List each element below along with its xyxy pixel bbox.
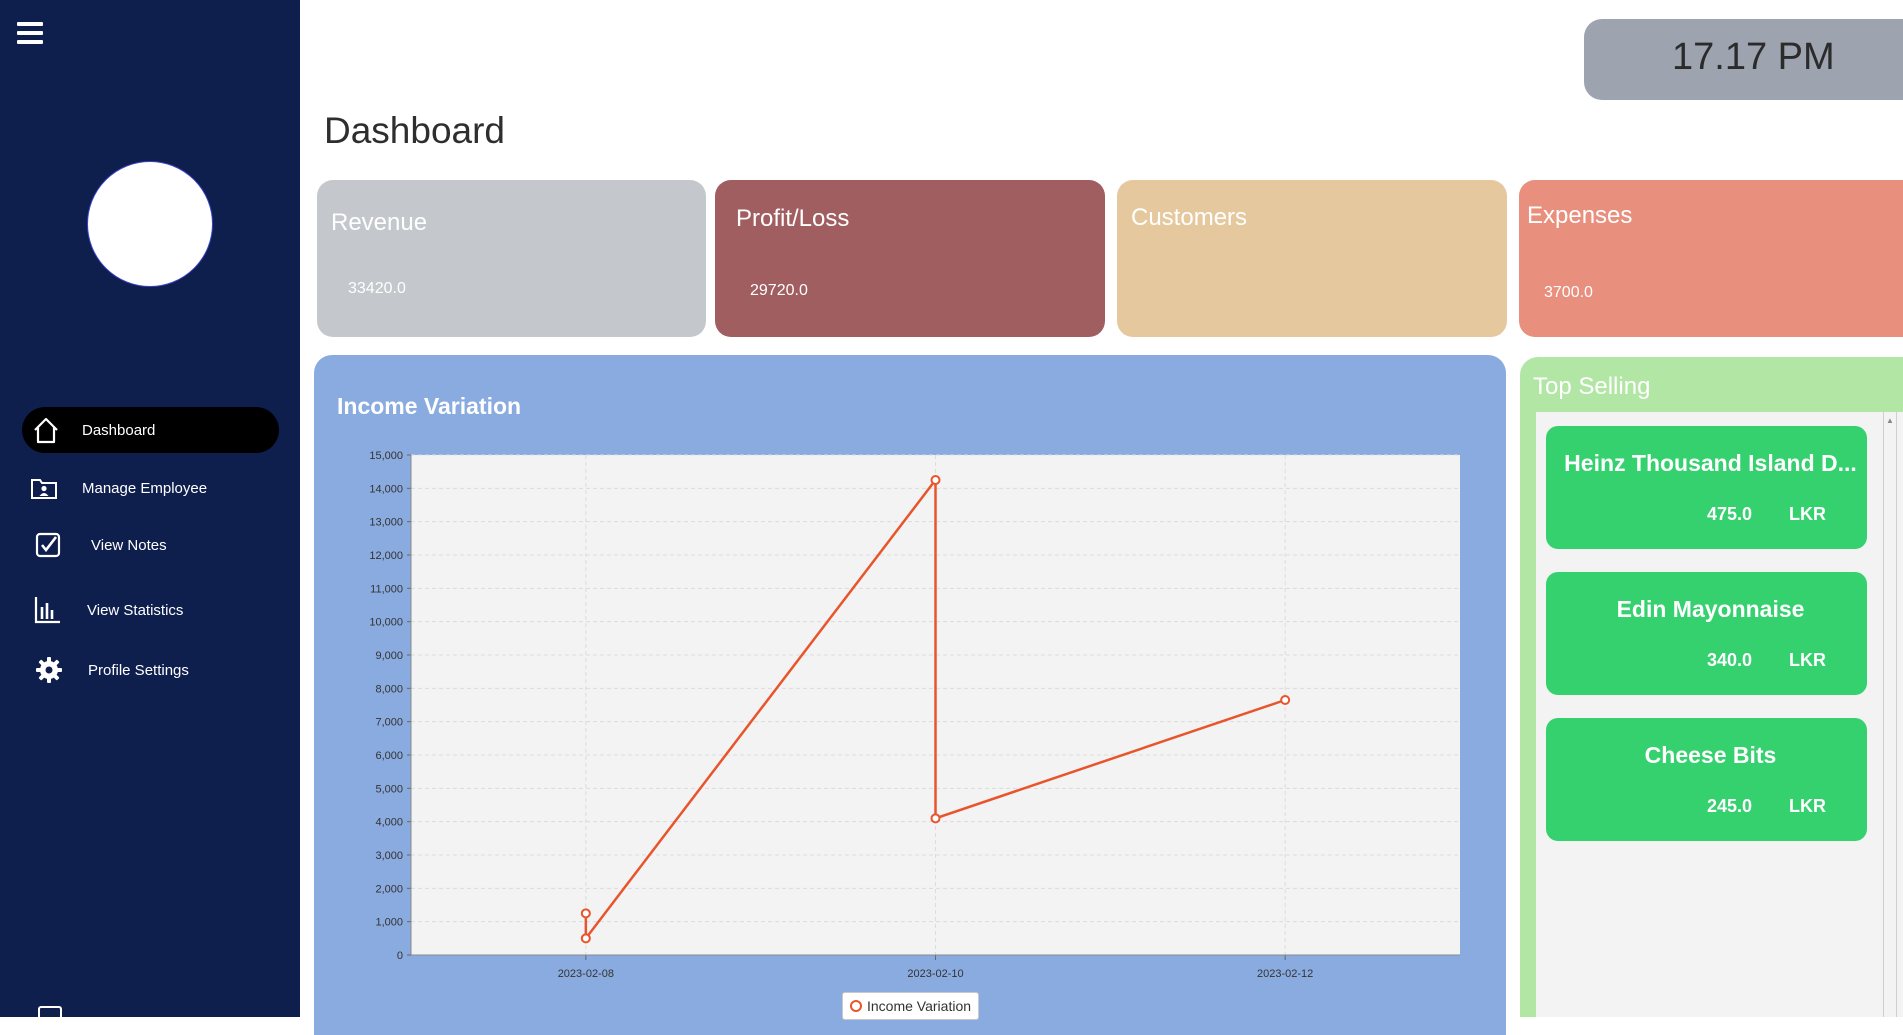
sidebar-item-profile-settings[interactable]: Profile Settings xyxy=(22,647,279,693)
top-selling-item[interactable]: Heinz Thousand Island D... 475.0 LKR xyxy=(1546,426,1867,549)
hamburger-menu-icon[interactable] xyxy=(17,22,43,46)
y-tick-label: 4,000 xyxy=(375,817,403,829)
y-tick-label: 14,000 xyxy=(369,483,403,495)
employee-folder-icon xyxy=(29,473,59,503)
top-selling-item[interactable]: Edin Mayonnaise 340.0 LKR xyxy=(1546,572,1867,695)
data-point xyxy=(580,908,591,919)
y-tick-label: 1,000 xyxy=(375,917,403,929)
y-tick-label: 13,000 xyxy=(369,517,403,529)
sidebar-item-manage-employee[interactable]: Manage Employee xyxy=(22,465,279,511)
product-name: Cheese Bits xyxy=(1644,742,1777,768)
product-name: Heinz Thousand Island D... xyxy=(1564,450,1857,476)
avatar[interactable] xyxy=(87,161,213,287)
sidebar-item-label: Profile Settings xyxy=(88,661,189,679)
data-point xyxy=(930,813,941,824)
revenue-card[interactable]: Revenue 33420.0 xyxy=(317,180,706,337)
sidebar-item-label: Dashboard xyxy=(82,421,156,439)
expenses-card[interactable]: Expenses 3700.0 xyxy=(1519,180,1903,337)
card-title: Expenses xyxy=(1527,202,1633,229)
profit-loss-card[interactable]: Profit/Loss 29720.0 xyxy=(715,180,1105,337)
chart-legend: Income Variation xyxy=(842,992,980,1020)
y-tick-label: 8,000 xyxy=(375,683,403,695)
top-selling-panel: Top Selling Heinz Thousand Island D... 4… xyxy=(1520,357,1903,1017)
y-tick-label: 10,000 xyxy=(369,617,403,629)
y-tick-label: 2,000 xyxy=(375,883,403,895)
product-currency: LKR xyxy=(1789,650,1826,670)
card-title: Customers xyxy=(1131,204,1248,231)
income-variation-panel: Income Variation 0 1,000 2,000 3,000 4,000 5,… xyxy=(314,355,1506,1035)
clock-display: 17.17 PM xyxy=(1584,19,1903,100)
top-selling-list[interactable]: Heinz Thousand Island D... 475.0 LKR Edi… xyxy=(1536,412,1903,1017)
clock-text: 17.17 PM xyxy=(1672,36,1835,78)
legend-marker-icon xyxy=(850,1000,862,1012)
y-tick-label: 6,000 xyxy=(375,750,403,762)
checkbox-icon xyxy=(33,530,63,560)
scroll-up-icon[interactable]: ▲ xyxy=(1886,416,1894,425)
y-tick-label: 15,000 xyxy=(369,450,403,462)
product-currency: LKR xyxy=(1789,504,1826,524)
product-price: 340.0 xyxy=(1707,650,1753,670)
sidebar-item-label: Manage Employee xyxy=(82,479,208,497)
sidebar: Dashboard Manage Employee View Notes Vie… xyxy=(0,0,300,1019)
bar-chart-icon xyxy=(32,595,62,625)
card-value: 33420.0 xyxy=(348,280,406,297)
card-value: 29720.0 xyxy=(750,282,808,299)
y-tick-label: 9,000 xyxy=(375,650,403,662)
card-title: Profit/Loss xyxy=(736,205,850,232)
x-tick-label: 2023-02-12 xyxy=(1257,968,1313,980)
data-point xyxy=(580,933,591,944)
sidebar-item-view-notes[interactable]: View Notes xyxy=(22,522,279,568)
y-tick-label: 12,000 xyxy=(369,550,403,562)
card-value: 3700.0 xyxy=(1544,284,1593,301)
logout-icon[interactable] xyxy=(38,1006,62,1019)
y-tick-label: 5,000 xyxy=(375,783,403,795)
product-price: 245.0 xyxy=(1707,796,1753,816)
legend-label: Income Variation xyxy=(867,998,972,1014)
customers-card[interactable]: Customers xyxy=(1117,180,1507,337)
top-selling-item[interactable]: Cheese Bits 245.0 LKR xyxy=(1546,718,1867,841)
x-tick-label: 2023-02-08 xyxy=(558,968,614,980)
y-tick-label: 0 xyxy=(397,950,403,962)
sidebar-item-view-statistics[interactable]: View Statistics xyxy=(22,587,279,633)
page-title: Dashboard xyxy=(324,110,506,151)
product-currency: LKR xyxy=(1789,796,1826,816)
data-point xyxy=(930,475,941,485)
y-tick-label: 7,000 xyxy=(375,717,403,729)
y-tick-label: 11,000 xyxy=(370,583,403,595)
product-name: Edin Mayonnaise xyxy=(1616,596,1805,622)
scrollbar[interactable]: ▲ xyxy=(1883,412,1897,1017)
income-variation-chart: 0 1,000 2,000 3,000 4,000 5,000 6,000 7,000 8,00… xyxy=(369,450,1460,980)
data-point xyxy=(1280,695,1291,705)
x-tick-label: 2023-02-10 xyxy=(907,968,963,980)
sidebar-item-label: View Notes xyxy=(91,536,167,554)
top-selling-title: Top Selling xyxy=(1533,373,1651,400)
sidebar-item-dashboard[interactable]: Dashboard xyxy=(22,407,279,453)
sidebar-item-label: View Statistics xyxy=(87,601,184,619)
product-price: 475.0 xyxy=(1707,504,1753,524)
card-title: Revenue xyxy=(331,209,428,236)
home-icon xyxy=(31,415,61,445)
y-tick-label: 3,000 xyxy=(375,850,403,862)
gear-icon xyxy=(34,655,64,685)
